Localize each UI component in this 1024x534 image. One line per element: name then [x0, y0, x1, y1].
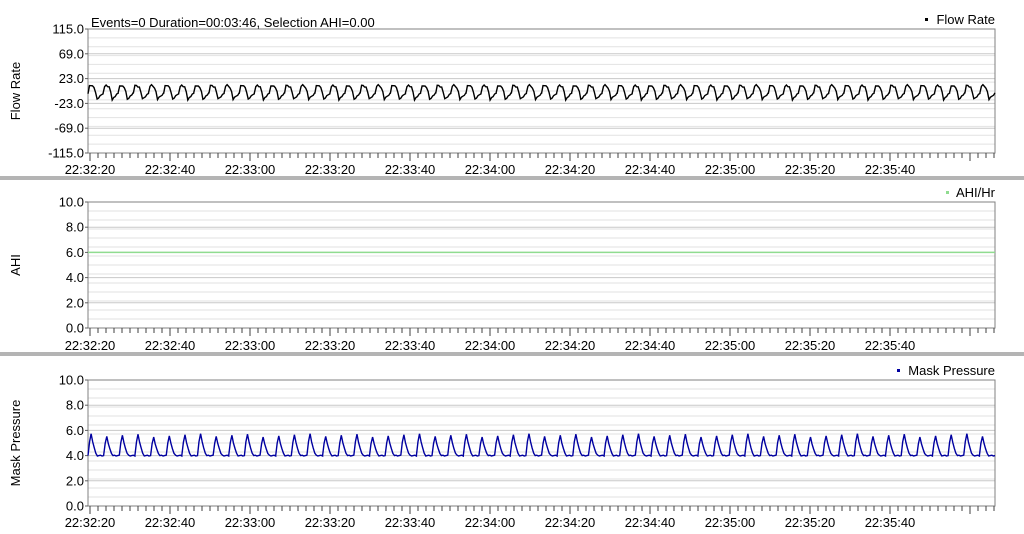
y-axis-label: AHI: [8, 254, 23, 276]
y-tick-label: 8.0: [66, 220, 84, 235]
y-tick-label: 4.0: [66, 448, 84, 463]
x-tick-label: 22:33:20: [305, 162, 356, 176]
x-tick-label: 22:35:20: [785, 338, 836, 352]
x-tick-label: 22:35:20: [785, 162, 836, 176]
y-tick-label: 4.0: [66, 270, 84, 285]
x-tick-label: 22:32:20: [65, 338, 116, 352]
x-tick-label: 22:32:40: [145, 338, 196, 352]
x-tick-label: 22:33:00: [225, 338, 276, 352]
y-tick-label: 23.0: [59, 71, 84, 86]
selection-info-text: Events=0 Duration=00:03:46, Selection AH…: [91, 15, 375, 30]
y-tick-label: 2.0: [66, 295, 84, 310]
x-tick-label: 22:34:00: [465, 338, 516, 352]
x-tick-label: 22:33:00: [225, 515, 276, 529]
y-axis-label: Flow Rate: [8, 62, 23, 121]
y-tick-label: 115.0: [52, 22, 84, 37]
y-tick-label: 6.0: [66, 423, 84, 438]
x-tick-label: 22:34:20: [545, 515, 596, 529]
ahi-chart[interactable]: 10.0 8.0 6.0 4.0 2.0 0.0 AHI 22:32:20 22:32:40 22…: [0, 180, 1024, 353]
x-tick-label: 22:32:20: [65, 162, 116, 176]
legend-label: Flow Rate: [936, 12, 995, 27]
y-tick-label: 6.0: [66, 245, 84, 260]
y-tick-label: 10.0: [59, 195, 84, 210]
mask-pressure-panel[interactable]: 10.0 8.0 6.0 4.0 2.0 0.0 Mask Pressure 22:32:20…: [0, 356, 1024, 530]
x-tick-label: 22:34:00: [465, 162, 516, 176]
x-tick-label: 22:34:40: [625, 162, 676, 176]
legend-swatch: [946, 191, 949, 194]
x-tick-label: 22:34:20: [545, 162, 596, 176]
x-tick-label: 22:33:00: [225, 162, 276, 176]
x-tick-label: 22:33:40: [385, 338, 436, 352]
x-tick-label: 22:34:40: [625, 338, 676, 352]
mask-pressure-chart[interactable]: 10.0 8.0 6.0 4.0 2.0 0.0 Mask Pressure 22:32:20…: [0, 356, 1024, 530]
x-tick-label: 22:32:40: [145, 162, 196, 176]
ahi-panel[interactable]: 10.0 8.0 6.0 4.0 2.0 0.0 AHI 22:32:20 22:32:40 22…: [0, 180, 1024, 353]
y-tick-label: -69.0: [54, 121, 84, 136]
x-tick-label: 22:33:40: [385, 515, 436, 529]
x-tick-label: 22:35:00: [705, 338, 756, 352]
x-tick-label: 22:35:20: [785, 515, 836, 529]
flow-rate-chart[interactable]: 115.0 69.0 23.0 -23.0 -69.0 -115.0 Flow Rate 22…: [0, 6, 1024, 177]
y-axis-label: Mask Pressure: [8, 400, 23, 487]
x-tick-label: 22:32:20: [65, 515, 116, 529]
x-tick-label: 22:35:40: [865, 515, 916, 529]
legend-swatch: [925, 18, 928, 21]
y-tick-label: 69.0: [59, 46, 84, 61]
x-tick-label: 22:34:40: [625, 515, 676, 529]
legend-label: Mask Pressure: [908, 363, 995, 378]
flow-rate-panel[interactable]: Events=0 Duration=00:03:46, Selection AH…: [0, 6, 1024, 177]
x-tick-label: 22:33:20: [305, 338, 356, 352]
y-tick-label: -23.0: [54, 96, 84, 111]
y-tick-label: -115.0: [48, 146, 84, 161]
x-tick-label: 22:33:20: [305, 515, 356, 529]
x-tick-label: 22:35:40: [865, 162, 916, 176]
x-tick-label: 22:33:40: [385, 162, 436, 176]
x-tick-label: 22:34:20: [545, 338, 596, 352]
x-tick-label: 22:34:00: [465, 515, 516, 529]
y-tick-label: 10.0: [59, 373, 84, 388]
x-tick-label: 22:35:00: [705, 515, 756, 529]
y-tick-label: 0.0: [66, 499, 84, 514]
y-tick-label: 8.0: [66, 398, 84, 413]
legend-label: AHI/Hr: [956, 185, 996, 200]
legend-swatch: [897, 369, 900, 372]
x-tick-label: 22:32:40: [145, 515, 196, 529]
y-tick-label: 0.0: [66, 321, 84, 336]
x-tick-label: 22:35:40: [865, 338, 916, 352]
y-tick-label: 2.0: [66, 473, 84, 488]
cpap-chart-window: Events=0 Duration=00:03:46, Selection AH…: [0, 0, 1024, 530]
x-tick-label: 22:35:00: [705, 162, 756, 176]
